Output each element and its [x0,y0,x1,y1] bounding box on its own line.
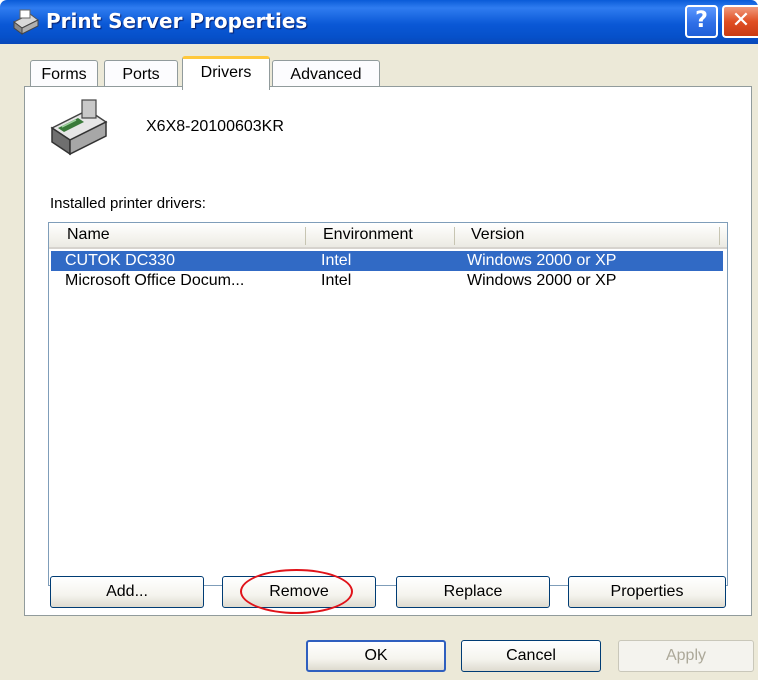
apply-button[interactable]: Apply [618,640,754,672]
tab-ports-label: Ports [122,66,160,83]
list-header: Name Environment Version [49,223,727,249]
printer-server-icon [13,9,39,35]
help-button[interactable]: ? [685,5,718,38]
window-title: Print Server Properties [46,9,308,33]
close-button[interactable]: ✕ [722,5,758,38]
ok-button[interactable]: OK [306,640,446,672]
column-separator[interactable] [719,227,720,245]
driver-version: Windows 2000 or XP [467,272,617,289]
table-row[interactable]: CUTOK DC330 Intel Windows 2000 or XP [51,251,723,271]
table-row[interactable]: Microsoft Office Docum... Intel Windows … [51,271,723,291]
tab-drivers[interactable]: Drivers [182,56,270,90]
column-separator[interactable] [454,227,455,245]
column-separator[interactable] [305,227,306,245]
column-header-name[interactable]: Name [67,226,110,244]
column-header-version[interactable]: Version [471,226,524,244]
tab-forms-label: Forms [41,66,87,83]
title-bar: Print Server Properties ? ✕ [0,0,758,44]
tab-drivers-label: Drivers [200,64,252,81]
driver-environment: Intel [321,252,352,269]
server-name: X6X8-20100603KR [146,118,284,135]
properties-button[interactable]: Properties [568,576,726,608]
drivers-list[interactable]: Name Environment Version CUTOK DC330 Int… [48,222,728,586]
cancel-button[interactable]: Cancel [461,640,601,672]
replace-button[interactable]: Replace [396,576,550,608]
driver-name: Microsoft Office Docum... [65,272,245,289]
remove-button[interactable]: Remove [222,576,376,608]
driver-environment: Intel [321,272,352,289]
installed-drivers-label: Installed printer drivers: [50,195,206,212]
driver-version: Windows 2000 or XP [467,252,617,269]
help-question-icon: ? [695,8,708,33]
close-x-icon: ✕ [731,8,751,33]
driver-name: CUTOK DC330 [65,252,175,269]
tab-advanced-label: Advanced [290,66,362,83]
column-header-environment[interactable]: Environment [323,226,413,244]
add-button[interactable]: Add... [50,576,204,608]
printer-icon [50,99,108,156]
